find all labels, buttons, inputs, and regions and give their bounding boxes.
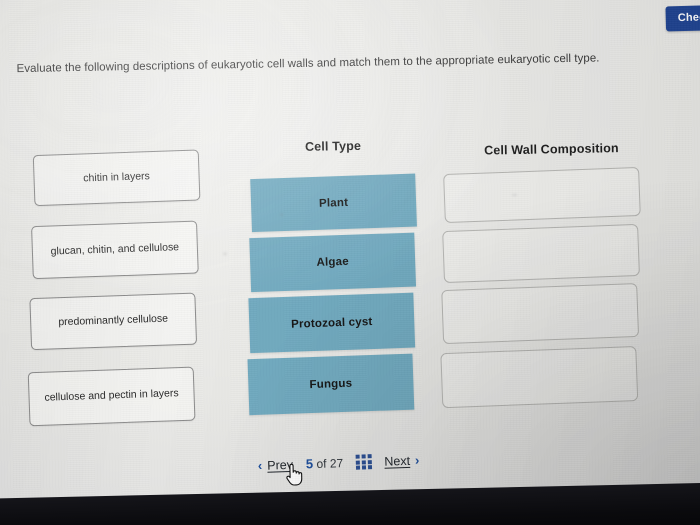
cell-type-tile: Plant (250, 173, 417, 233)
grid-cell (367, 454, 372, 459)
quiz-page: Check Evaluate the following description… (0, 0, 700, 525)
grid-cell (367, 459, 372, 464)
cell-type-tile: Protozoal cyst (248, 292, 416, 354)
grid-cell (361, 454, 366, 459)
next-button-label: Next (384, 453, 411, 469)
chevron-left-icon: ‹ (257, 457, 263, 474)
cell-type-tile: Fungus (247, 353, 415, 416)
column-header-cell-wall-composition: Cell Wall Composition (484, 141, 619, 158)
drop-zone[interactable] (442, 223, 640, 284)
photographed-screen: Check Evaluate the following description… (0, 0, 700, 525)
check-button-label: Check (677, 11, 700, 25)
page-separator: of (316, 456, 327, 472)
page-indicator: 5 of 27 (306, 455, 344, 471)
screen-smudge (280, 213, 284, 217)
grid-cell (355, 454, 361, 459)
grid-cell (361, 459, 366, 465)
grid-cell (361, 465, 367, 470)
prev-button-label: Prev (266, 457, 294, 473)
drop-zone[interactable] (443, 166, 641, 224)
total-page-count: 27 (329, 456, 344, 471)
screen-smudge (222, 252, 228, 256)
grid-cell (356, 460, 361, 465)
description-tile[interactable]: glucan, chitin, and cellulose (31, 220, 199, 280)
description-tile[interactable]: chitin in layers (32, 149, 201, 207)
grid-menu-icon[interactable] (355, 454, 372, 470)
pagination-bar: ‹ Prev 5 of 27 Next › (258, 453, 420, 474)
cell-type-tile: Algae (249, 232, 417, 293)
drop-zone[interactable] (441, 282, 640, 345)
grid-cell (367, 465, 372, 470)
prev-button[interactable]: ‹ Prev (257, 457, 294, 474)
current-page-number: 5 (305, 456, 314, 472)
column-header-cell-type: Cell Type (304, 138, 362, 154)
screen-surface: Check Evaluate the following description… (0, 0, 700, 525)
next-button[interactable]: Next › (384, 452, 420, 469)
description-tile[interactable]: predominantly cellulose (29, 292, 198, 351)
check-button[interactable]: Check (665, 4, 700, 32)
grid-cell (356, 465, 361, 470)
chevron-right-icon: › (414, 452, 420, 468)
drop-zone[interactable] (440, 346, 639, 409)
description-tile[interactable]: cellulose and pectin in layers (27, 366, 196, 427)
question-prompt: Evaluate the following descriptions of e… (16, 52, 600, 76)
